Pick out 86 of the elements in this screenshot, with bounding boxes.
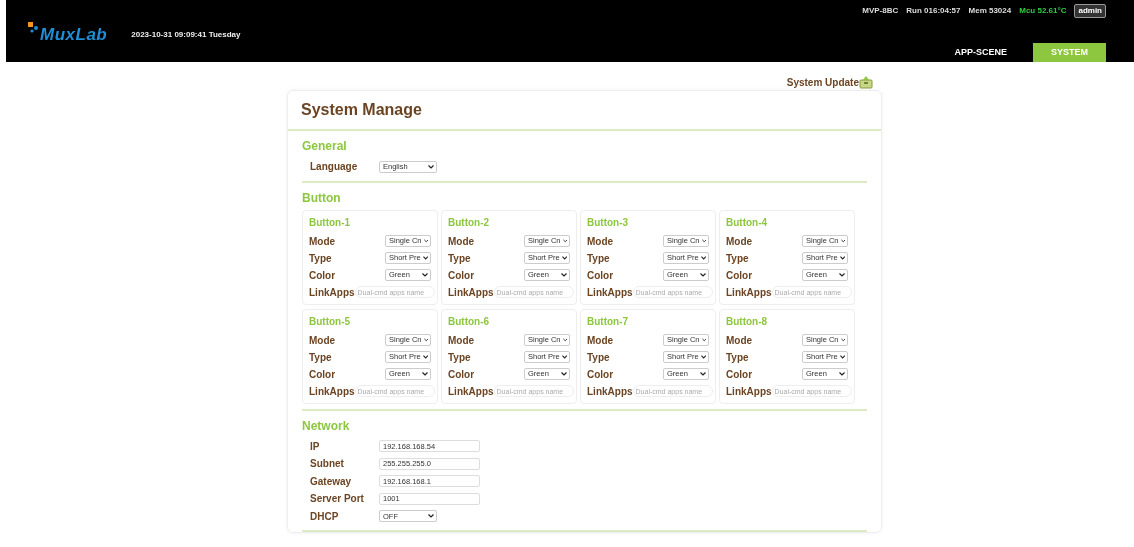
caret-icon: [422, 372, 428, 376]
field-label: Mode: [587, 333, 614, 348]
nav-tab[interactable]: APP-SCENE: [936, 42, 1025, 62]
field-label: Mode: [726, 333, 753, 348]
caret-icon: [700, 273, 706, 277]
status-text: MVP-8BC: [862, 5, 899, 17]
status-text: Mem 53024: [968, 5, 1012, 17]
caret-icon: [839, 355, 845, 359]
field-label: LinkApps: [309, 384, 355, 399]
caret-icon: [422, 256, 428, 260]
field-label: Color: [726, 268, 753, 283]
field-label: Mode: [448, 234, 475, 249]
field-label: DHCP: [310, 509, 340, 524]
section-title: Button: [302, 189, 342, 207]
caret-icon: [562, 338, 567, 342]
caret-icon: [422, 273, 428, 277]
field-label: Color: [587, 367, 614, 382]
field-label: Language: [310, 160, 359, 175]
card-title: Button-5: [309, 314, 352, 329]
status-text: Run 016:04:57: [906, 5, 961, 17]
field-label: Mode: [309, 333, 336, 348]
caret-icon: [700, 372, 706, 376]
caret-icon: [700, 256, 706, 260]
field-label: LinkApps: [587, 285, 633, 300]
field-label: Mode: [309, 234, 336, 249]
caret-icon: [700, 355, 706, 359]
status-text: Mcu 52.61°C: [1019, 5, 1067, 17]
field-label: Type: [587, 251, 610, 266]
field-label: Type: [309, 251, 332, 266]
caret-icon: [561, 372, 567, 376]
field-label: Type: [726, 350, 749, 365]
caret-icon: [701, 239, 706, 243]
field-label: Type: [448, 251, 471, 266]
panel-title: System Manage: [288, 91, 881, 131]
field-label: Color: [309, 367, 336, 382]
field-label: LinkApps: [726, 285, 772, 300]
card-title: Button-2: [448, 215, 491, 230]
caret-icon: [562, 239, 567, 243]
card-title: Button-7: [587, 314, 630, 329]
caret-icon: [839, 372, 845, 376]
card-title: Button-8: [726, 314, 769, 329]
caret-icon: [561, 256, 567, 260]
date-time: 2023-10-31 09:09:41 Tuesday: [131, 29, 241, 41]
field-label: Mode: [587, 234, 614, 249]
caret-icon: [428, 164, 434, 169]
field-label: LinkApps: [726, 384, 772, 399]
card-title: Button-4: [726, 215, 769, 230]
caret-icon: [561, 355, 567, 359]
section-title: General: [302, 138, 348, 155]
field-label: Gateway: [310, 474, 353, 489]
card-title: Button-1: [309, 215, 352, 230]
logo: MuxLab: [28, 22, 108, 48]
caret-icon: [423, 239, 428, 243]
caret-icon: [423, 338, 428, 342]
caret-icon: [840, 239, 845, 243]
card-title: Button-6: [448, 314, 491, 329]
field-label: Type: [309, 350, 332, 365]
section-title: Network: [302, 417, 351, 435]
field-label: LinkApps: [448, 285, 494, 300]
caret-icon: [428, 514, 434, 519]
field-label: Type: [587, 350, 610, 365]
user-badge[interactable]: admin: [1074, 4, 1106, 18]
field-label: Type: [726, 251, 749, 266]
caret-icon: [839, 273, 845, 277]
field-label: Color: [309, 268, 336, 283]
update-icon[interactable]: [859, 76, 873, 89]
field-label: Color: [448, 367, 475, 382]
system-update-link[interactable]: System Update: [786, 75, 859, 90]
caret-icon: [561, 273, 567, 277]
caret-icon: [839, 256, 845, 260]
field-label: LinkApps: [448, 384, 494, 399]
field-label: Color: [448, 268, 475, 283]
field-label: Mode: [726, 234, 753, 249]
field-label: IP: [310, 439, 321, 454]
caret-icon: [701, 338, 706, 342]
field-label: Subnet: [310, 457, 345, 472]
field-label: Server Port: [310, 492, 365, 507]
field-label: Mode: [448, 333, 475, 348]
field-label: Color: [726, 367, 753, 382]
card-title: Button-3: [587, 215, 630, 230]
caret-icon: [840, 338, 845, 342]
field-label: LinkApps: [309, 285, 355, 300]
field-label: Type: [448, 350, 471, 365]
field-label: LinkApps: [587, 384, 633, 399]
field-label: Color: [587, 268, 614, 283]
caret-icon: [422, 355, 428, 359]
